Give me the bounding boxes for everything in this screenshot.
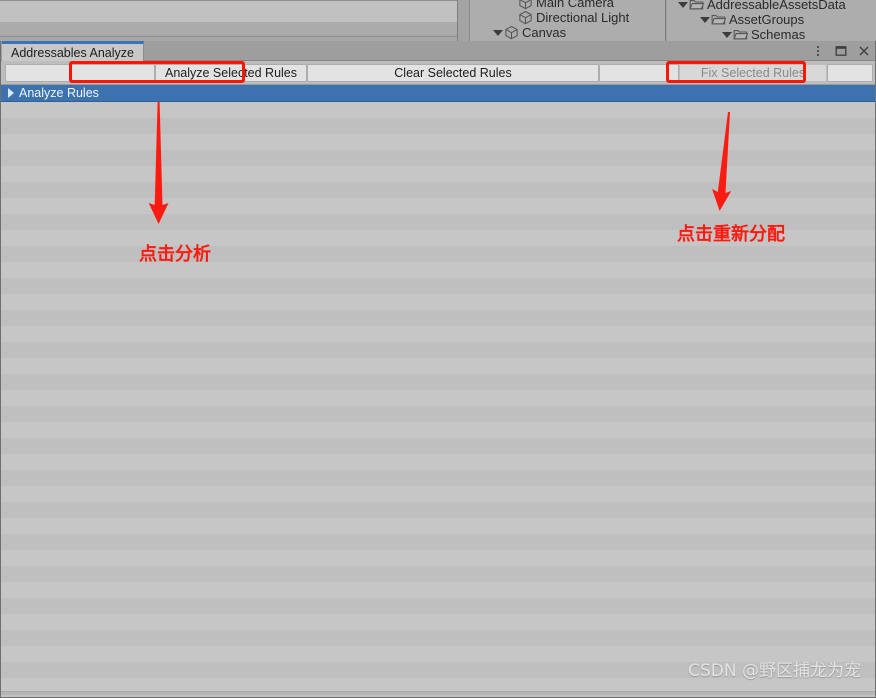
project-item[interactable]: Schemas xyxy=(667,26,876,42)
clear-selected-rules-button[interactable]: Clear Selected Rules xyxy=(307,63,599,82)
toolbar-spacer-right xyxy=(827,63,873,82)
hierarchy-item-label: Directional Light xyxy=(536,9,630,25)
hierarchy-item[interactable]: Canvas xyxy=(470,24,665,40)
annotation-label-right: 点击重新分配 xyxy=(677,224,785,245)
project-item[interactable]: AssetGroups xyxy=(667,11,876,27)
analyze-selected-rules-button[interactable]: Analyze Selected Rules xyxy=(155,63,307,82)
window-controls xyxy=(811,41,871,61)
annotation-arrow-left xyxy=(148,102,169,224)
kebab-menu-icon[interactable] xyxy=(811,44,825,58)
clear-selected-rules-slot: Clear Selected Rules xyxy=(307,63,599,82)
csdn-watermark: CSDN @野区捕龙为宠 xyxy=(688,661,861,681)
close-icon[interactable] xyxy=(857,44,871,58)
tab-addressables-analyze[interactable]: Addressables Analyze xyxy=(2,41,144,61)
analyze-rules-label: Analyze Rules xyxy=(19,86,99,100)
folder-open-icon xyxy=(689,0,704,12)
backdrop-project-panel: AddressableAssetsData AssetGroups Schema… xyxy=(667,0,876,42)
toolbar-spacer-left xyxy=(5,63,155,82)
project-item-label: AddressableAssetsData xyxy=(707,0,846,12)
folder-icon xyxy=(733,27,748,42)
expand-triangle-icon xyxy=(506,0,517,8)
expand-triangle-icon[interactable] xyxy=(699,14,710,25)
toolbar-spacer-mid xyxy=(599,63,679,82)
addressables-analyze-window: Addressables Analyze Analyze Selected Ru… xyxy=(0,41,876,698)
maximize-icon[interactable] xyxy=(834,44,848,58)
expand-triangle-icon[interactable] xyxy=(5,87,17,99)
list-bottom-edge xyxy=(1,691,875,695)
expand-triangle-icon xyxy=(506,12,517,23)
project-item-label: Schemas xyxy=(751,26,806,42)
analyze-selected-rules-slot: Analyze Selected Rules xyxy=(155,63,307,82)
hierarchy-item[interactable]: Directional Light xyxy=(470,9,665,25)
project-item-label: AssetGroups xyxy=(729,11,805,27)
analyze-toolbar: Analyze Selected Rules Clear Selected Ru… xyxy=(1,61,875,85)
annotation-arrow-right xyxy=(712,112,732,211)
annotation-label-left: 点击分析 xyxy=(139,244,211,265)
analyze-rules-tree-root[interactable]: Analyze Rules xyxy=(1,85,875,102)
folder-icon xyxy=(711,12,726,27)
fix-selected-rules-slot: Fix Selected Rules xyxy=(679,63,827,82)
cube-icon xyxy=(518,10,533,25)
analyze-results-list[interactable]: 点击分析 点击重新分配 CSDN @野区捕龙为宠 xyxy=(1,102,875,695)
backdrop-left-panel xyxy=(0,0,458,42)
hierarchy-item-label: Canvas xyxy=(522,24,567,40)
cube-icon xyxy=(504,25,519,40)
backdrop-divider xyxy=(458,0,470,42)
expand-triangle-icon[interactable] xyxy=(492,27,503,38)
unity-editor-backdrop: Main Camera Directional Light Canvas Add… xyxy=(0,0,876,42)
backdrop-hierarchy-panel: Main Camera Directional Light Canvas xyxy=(470,0,666,42)
expand-triangle-icon[interactable] xyxy=(677,0,688,10)
window-tab-bar: Addressables Analyze xyxy=(1,41,875,61)
tab-label: Addressables Analyze xyxy=(11,45,134,60)
expand-triangle-icon[interactable] xyxy=(721,29,732,40)
fix-selected-rules-button[interactable]: Fix Selected Rules xyxy=(679,63,827,82)
